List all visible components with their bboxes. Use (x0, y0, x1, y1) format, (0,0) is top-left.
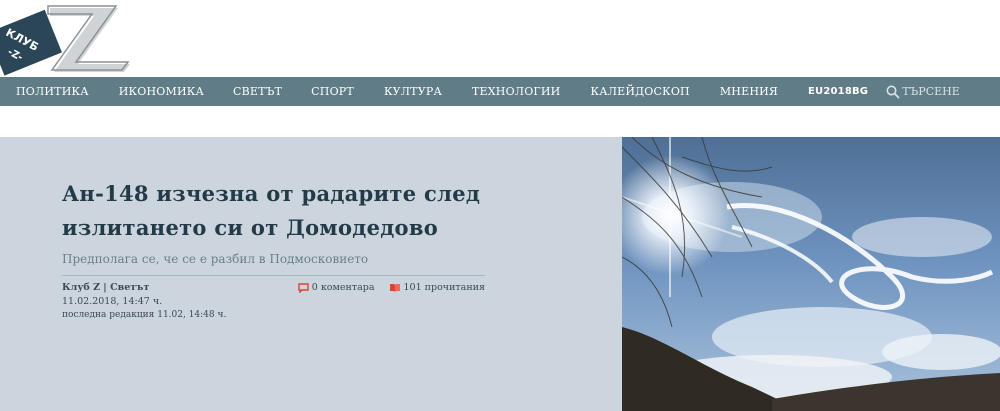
article-photo-sky[interactable] (622, 137, 1000, 411)
article-date: 11.02.2018, 14:47 ч. (62, 296, 163, 307)
article-last-edit: последна редакция 11.02, 14:48 ч. (62, 310, 227, 320)
article-stats: 0 коментара 101 прочитания (284, 282, 485, 293)
comments-count[interactable]: 0 коментара (298, 282, 375, 293)
nav-item-politics[interactable]: ПОЛИТИКА (16, 85, 89, 98)
sky-photo (622, 137, 1000, 411)
main-nav: ПОЛИТИКА ИКОНОМИКА СВЕТЪТ СПОРТ КУЛТУРА … (0, 77, 1000, 106)
nav-item-eu2018bg[interactable]: EU2018BG (808, 86, 868, 97)
nav-item-kaleidoscope[interactable]: КАЛЕЙДОСКОП (590, 85, 689, 98)
club-z-logo[interactable]: КЛУБ -Z- (0, 0, 140, 77)
comments-label: 0 коментара (311, 282, 375, 293)
search-label: ТЪРСЕНЕ (902, 85, 960, 98)
nav-item-sport[interactable]: СПОРТ (311, 85, 354, 98)
search-button[interactable]: ТЪРСЕНЕ (886, 85, 960, 99)
nav-item-world[interactable]: СВЕТЪТ (233, 85, 282, 98)
nav-item-technology[interactable]: ТЕХНОЛОГИИ (472, 85, 560, 98)
nav-item-culture[interactable]: КУЛТУРА (384, 85, 442, 98)
article-subtitle: Предполага се, че се е разбил в Подмоско… (62, 252, 369, 266)
article-author[interactable]: Клуб Z | Светът (62, 282, 149, 293)
comment-icon (298, 282, 309, 293)
reads-count: 101 прочитания (389, 282, 485, 293)
search-icon (886, 85, 900, 99)
reads-label: 101 прочитания (403, 282, 485, 293)
article-title[interactable]: Ан-148 изчезна от радарите след излитане… (62, 177, 482, 245)
featured-article: Ан-148 изчезна от радарите след излитане… (0, 137, 1000, 411)
divider (62, 275, 485, 276)
book-icon (389, 283, 400, 292)
nav-item-economy[interactable]: ИКОНОМИКА (119, 85, 204, 98)
article-text-panel: Ан-148 изчезна от радарите след излитане… (0, 137, 622, 411)
site-header: КЛУБ -Z- (0, 0, 1000, 77)
nav-item-opinions[interactable]: МНЕНИЯ (720, 85, 778, 98)
